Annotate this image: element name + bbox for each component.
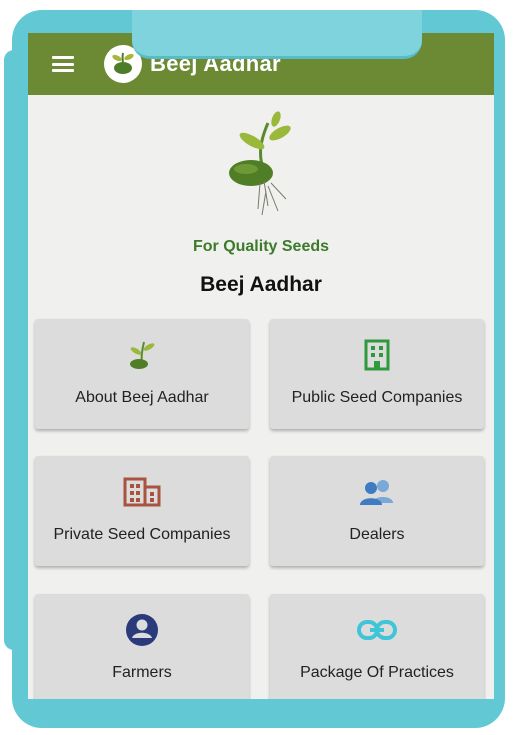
farmers-tile[interactable]: Farmers [35,594,249,699]
people-group-icon [360,480,393,505]
company-buildings-icon [123,477,161,507]
tile-label: Public Seed Companies [291,389,463,406]
user-circle-icon [126,614,158,646]
package-of-practices-tile[interactable]: Package Of Practices [270,594,484,699]
public-seed-companies-tile[interactable]: Public Seed Companies [270,319,484,429]
tile-label: Private Seed Companies [53,526,231,543]
app-screen: Beej Aadhar For Quality Seeds Beej Aadha… [28,33,494,699]
link-icon [357,620,397,640]
tile-label: Farmers [112,664,172,681]
tagline: For Quality Seeds [192,238,330,255]
tile-label: About Beej Aadhar [75,389,209,406]
seedling-logo-icon [229,111,291,216]
dealers-tile[interactable]: Dealers [270,456,484,566]
private-seed-companies-tile[interactable]: Private Seed Companies [35,456,249,566]
brand-name: Beej Aadhar [200,273,322,296]
seedling-icon [130,341,155,369]
hamburger-menu-icon[interactable] [52,56,74,72]
tile-label: Dealers [349,526,405,543]
device-notch [132,10,422,59]
tile-label: Package Of Practices [300,664,454,681]
office-building-icon [364,339,390,371]
about-beej-aadhar-tile[interactable]: About Beej Aadhar [35,319,249,429]
